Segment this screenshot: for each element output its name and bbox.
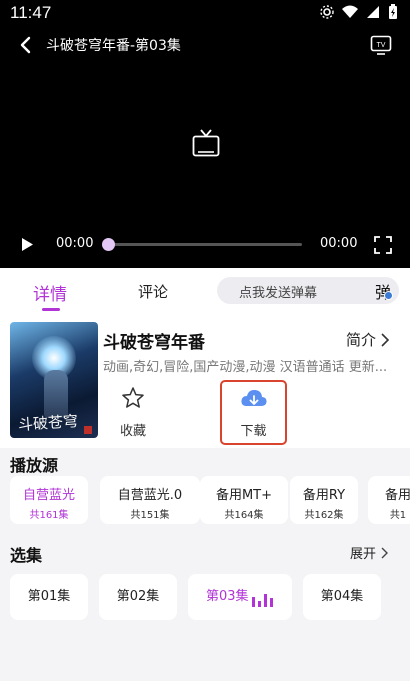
status-bar: 11:47 xyxy=(0,0,410,26)
fullscreen-icon[interactable] xyxy=(374,236,392,254)
download-label: 下载 xyxy=(240,424,267,439)
episode-item-current[interactable]: 第03集 xyxy=(188,574,292,620)
show-title: 斗破苍穹年番 xyxy=(103,333,205,353)
danmu-status-dot xyxy=(384,291,393,300)
danmu-input-box[interactable]: 点我发送弹幕 弹 xyxy=(217,277,399,304)
progress-track[interactable] xyxy=(106,243,302,246)
expand-label: 展开 xyxy=(350,547,377,562)
source-name: 备用 xyxy=(384,488,410,503)
battery-icon xyxy=(389,4,397,19)
source-name: 自营蓝光 xyxy=(22,488,75,503)
video-title: 斗破苍穹年番-第03集 xyxy=(46,38,181,54)
source-item[interactable]: 自营蓝光.0 共151集 xyxy=(100,476,200,524)
back-arrow-icon[interactable] xyxy=(16,35,36,55)
expand-button[interactable]: 展开 xyxy=(350,543,389,562)
favorite-label: 收藏 xyxy=(119,424,146,439)
player-topbar: 斗破苍穹年番-第03集 TV xyxy=(0,30,410,60)
source-count: 共151集 xyxy=(130,510,170,521)
danmu-placeholder[interactable]: 点我发送弹幕 xyxy=(239,282,317,301)
show-tags: 动画,奇幻,冒险,国产动漫,动漫 汉语普通话 更新... xyxy=(103,360,388,375)
download-button[interactable]: 下载 xyxy=(220,380,287,445)
duration: 00:00 xyxy=(320,236,358,251)
source-count: 共164集 xyxy=(224,510,264,521)
intro-link[interactable]: 简介 xyxy=(346,329,390,350)
play-icon[interactable] xyxy=(20,237,34,252)
source-count: 共161集 xyxy=(29,510,69,521)
tv-cast-icon: TV xyxy=(370,35,392,55)
source-count: 共1 xyxy=(389,510,407,521)
source-item[interactable]: 备用RY 共162集 xyxy=(290,476,358,524)
tab-bar: 详情 评论 点我发送弹幕 弹 xyxy=(0,268,410,314)
signal-icon xyxy=(367,6,379,18)
episode-item[interactable]: 第04集 xyxy=(303,574,381,620)
episode-item[interactable]: 第01集 xyxy=(10,574,88,620)
tab-detail[interactable]: 详情 xyxy=(33,280,67,305)
episodes-list: 第01集 第02集 第03集 第04集 xyxy=(10,574,410,620)
tab-indicator xyxy=(42,308,60,311)
source-name: 备用RY xyxy=(302,488,346,503)
playing-indicator-icon xyxy=(252,594,273,607)
show-poster[interactable]: 斗破苍穹 xyxy=(10,322,98,438)
favorite-button[interactable]: 收藏 xyxy=(116,386,150,439)
wifi-icon xyxy=(342,5,358,18)
video-player[interactable]: 11:47 斗破苍穹年番-第03集 TV 00:00 00:00 xyxy=(0,0,410,268)
status-time: 11:47 xyxy=(10,3,52,22)
sources-list: 自营蓝光 共161集 自营蓝光.0 共151集 备用MT+ 共164集 备用RY… xyxy=(10,476,410,524)
star-icon xyxy=(122,387,144,408)
show-info-card: 斗破苍穹 斗破苍穹年番 简介 动画,奇幻,冒险,国产动漫,动漫 汉语普通话 更新… xyxy=(0,314,410,448)
tv-label: TV xyxy=(377,42,386,49)
episode-item[interactable]: 第02集 xyxy=(99,574,177,620)
settings-icon xyxy=(320,5,334,19)
intro-label: 简介 xyxy=(346,331,377,349)
status-icons xyxy=(320,4,398,20)
cloud-download-icon xyxy=(240,389,267,406)
source-name: 自营蓝光.0 xyxy=(117,488,183,503)
tab-comment[interactable]: 评论 xyxy=(138,281,168,302)
episode-label: 第03集 xyxy=(206,589,249,604)
poster-logo: 斗破苍穹 xyxy=(17,411,79,435)
tv-cast-button[interactable]: TV xyxy=(370,34,392,60)
source-item[interactable]: 备用MT+ 共164集 xyxy=(200,476,288,524)
source-name: 备用MT+ xyxy=(215,488,273,503)
current-time: 00:00 xyxy=(56,236,94,251)
episodes-title: 选集 xyxy=(10,546,43,565)
source-item[interactable]: 自营蓝光 共161集 xyxy=(10,476,88,524)
tv-placeholder-icon xyxy=(192,129,220,157)
source-item[interactable]: 备用 共1 xyxy=(368,476,410,524)
player-controls: 00:00 00:00 xyxy=(0,233,410,257)
sources-title: 播放源 xyxy=(10,456,59,475)
source-count: 共162集 xyxy=(304,510,344,521)
chevron-right-icon xyxy=(381,547,389,558)
poster-seal xyxy=(84,426,92,434)
chevron-right-icon xyxy=(381,332,390,347)
progress-knob[interactable] xyxy=(102,238,115,251)
